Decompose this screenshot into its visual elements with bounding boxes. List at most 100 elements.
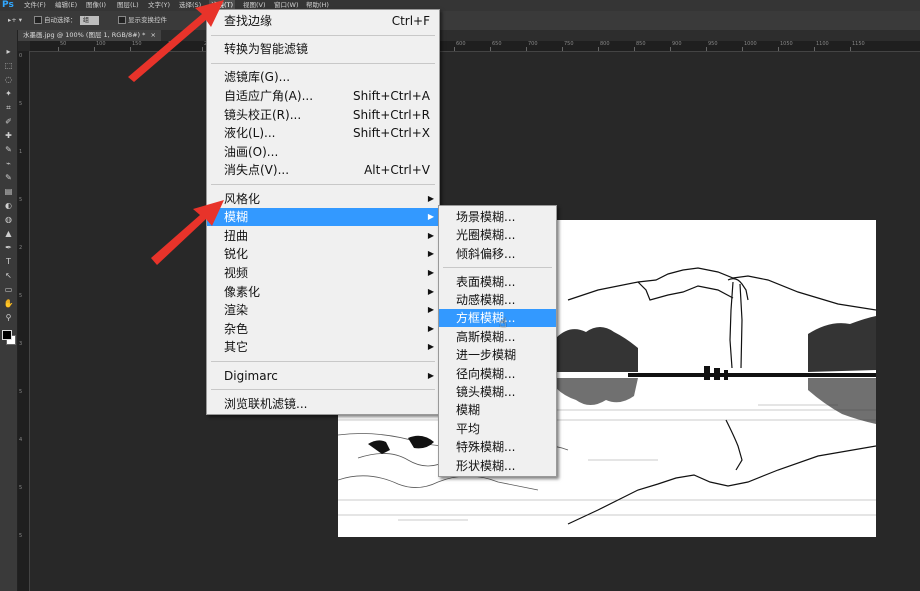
filter-menu-item[interactable]: 渲染 ▶: [207, 301, 439, 319]
lasso-tool-icon[interactable]: ◌: [3, 74, 14, 85]
path-select-tool-icon[interactable]: ↖: [3, 270, 14, 281]
blur-menu-item[interactable]: 镜头模糊...: [439, 383, 556, 401]
menu-item-label: 转换为智能滤镜: [224, 42, 309, 57]
menu-item-label: 消失点(V)...: [224, 163, 290, 178]
blur-menu-item[interactable]: 倾斜偏移...: [439, 245, 556, 263]
ruler-tick: [598, 47, 599, 51]
menu-item-label: 视频: [224, 266, 249, 280]
menu-item-label: 杂色: [224, 321, 249, 336]
crop-tool-icon[interactable]: ⌗: [3, 102, 14, 113]
blur-menu-item[interactable]: 特殊模糊...: [439, 438, 556, 456]
blur-menu-item[interactable]: 方框模糊...: [439, 309, 556, 328]
filter-menu-item[interactable]: 锐化 ▶: [207, 245, 439, 263]
ruler-tick: [526, 47, 527, 51]
close-icon[interactable]: ×: [151, 31, 156, 39]
menu-item-label: 浏览联机滤镜...: [224, 396, 308, 411]
filter-menu-item[interactable]: 镜头校正(R)... Shift+Ctrl+R: [207, 106, 439, 124]
eyedropper-tool-icon[interactable]: ✐: [3, 116, 14, 127]
menubar-item[interactable]: 文件(F): [22, 0, 48, 11]
blur-menu-item[interactable]: 进一步模糊: [439, 346, 556, 364]
auto-select-dropdown[interactable]: 组: [80, 16, 100, 25]
ruler-tick: [454, 47, 455, 51]
blur-menu-item[interactable]: 场景模糊...: [439, 208, 556, 226]
filter-menu-item[interactable]: 杂色 ▶: [207, 320, 439, 338]
menu-item-label: 进一步模糊: [456, 348, 517, 363]
blur-menu-item[interactable]: 高斯模糊...: [439, 328, 556, 346]
blur-menu-item[interactable]: 平均: [439, 420, 556, 438]
stamp-tool-icon[interactable]: ⌁: [3, 158, 14, 169]
menubar-item[interactable]: 选择(S): [177, 0, 203, 11]
blur-submenu: 场景模糊... 光圈模糊... 倾斜偏移... 表面模糊... 动感模糊... 方框模糊.…: [438, 205, 557, 477]
hand-tool-icon[interactable]: ✋: [3, 298, 14, 309]
blur-tool-icon[interactable]: ◍: [3, 214, 14, 225]
eraser-tool-icon[interactable]: ▤: [3, 186, 14, 197]
ruler-tick: [490, 47, 491, 51]
healing-tool-icon[interactable]: ✚: [3, 130, 14, 141]
filter-menu-item[interactable]: 消失点(V)... Alt+Ctrl+V: [207, 161, 439, 179]
quick-select-tool-icon[interactable]: ✦: [3, 88, 14, 99]
filter-menu-item[interactable]: Digimarc ▶: [207, 367, 439, 385]
move-tool-icon[interactable]: ▸: [3, 46, 14, 57]
filter-menu-item[interactable]: 转换为智能滤镜: [207, 40, 439, 58]
filter-menu-item[interactable]: 浏览联机滤镜...: [207, 395, 439, 413]
filter-menu-item[interactable]: 自适应广角(A)... Shift+Ctrl+A: [207, 87, 439, 105]
menu-item-label: 光圈模糊...: [456, 228, 516, 243]
blur-menu-item[interactable]: 光圈模糊...: [439, 226, 556, 244]
auto-select-checkbox[interactable]: 自动选择：: [34, 15, 77, 26]
foreground-background-color-swatch[interactable]: [2, 330, 16, 345]
menu-separator: [211, 389, 435, 391]
ruler-tick: [202, 47, 203, 51]
brush-tool-icon[interactable]: ✎: [3, 144, 14, 155]
filter-menu-item[interactable]: 油画(O)...: [207, 143, 439, 161]
filter-menu-item[interactable]: 液化(L)... Shift+Ctrl+X: [207, 124, 439, 142]
blur-menu-item[interactable]: 表面模糊...: [439, 273, 556, 291]
filter-menu-item[interactable]: 模糊 ▶: [207, 208, 439, 227]
menu-item-shortcut: Shift+Ctrl+X: [353, 126, 430, 141]
menubar-item[interactable]: 编辑(E): [53, 0, 79, 11]
ruler-tick-label: 5: [19, 389, 23, 395]
ruler-tick-label: 1050: [780, 41, 793, 47]
ruler-tick: [166, 47, 167, 51]
filter-menu-item[interactable]: 查找边缘 Ctrl+F: [207, 12, 439, 30]
ruler-tick-label: 0: [19, 53, 23, 59]
menu-item-label: Digimarc: [224, 368, 278, 383]
history-brush-tool-icon[interactable]: ✎: [3, 172, 14, 183]
blur-menu-item[interactable]: 径向模糊...: [439, 365, 556, 383]
show-transform-checkbox[interactable]: 显示变换控件: [118, 15, 167, 26]
submenu-arrow-icon: ▶: [427, 212, 434, 222]
menubar-item[interactable]: 文字(Y): [146, 0, 172, 11]
ruler-tick-label: 5: [19, 533, 23, 539]
filter-menu-item[interactable]: 像素化 ▶: [207, 283, 439, 301]
filter-menu-item[interactable]: 滤镜库(G)...: [207, 68, 439, 86]
ruler-tick-label: 750: [564, 41, 574, 47]
filter-menu: 查找边缘 Ctrl+F 转换为智能滤镜滤镜库(G)... 自适应广角(A)... Shi…: [206, 9, 440, 415]
menubar-item[interactable]: 图层(L): [115, 0, 141, 11]
ruler-tick: [850, 47, 851, 51]
menu-item-label: 其它: [224, 340, 249, 355]
menu-item-label: 油画(O)...: [224, 144, 279, 159]
zoom-tool-icon[interactable]: ⚲: [3, 312, 14, 323]
gradient-tool-icon[interactable]: ◐: [3, 200, 14, 211]
document-tab[interactable]: 水墨画.jpg @ 100% (图层 1, RGB/8#) * ×: [18, 30, 161, 41]
ruler-tick-label: 5: [19, 293, 23, 299]
pen-tool-icon[interactable]: ✒: [3, 242, 14, 253]
ruler-tick: [706, 47, 707, 51]
blur-menu-item[interactable]: 动感模糊...: [439, 291, 556, 309]
ruler-tick: [814, 47, 815, 51]
move-tool-icon[interactable]: ▸+ ▾: [8, 15, 22, 26]
marquee-tool-icon[interactable]: ⬚: [3, 60, 14, 71]
dodge-tool-icon[interactable]: ▲: [3, 228, 14, 239]
filter-menu-item[interactable]: 其它 ▶: [207, 338, 439, 356]
ruler-tick: [634, 47, 635, 51]
filter-menu-item[interactable]: 扭曲 ▶: [207, 227, 439, 245]
document-tab-bar: 水墨画.jpg @ 100% (图层 1, RGB/8#) * ×: [18, 30, 920, 41]
menubar-item[interactable]: 图像(I): [84, 0, 108, 11]
filter-menu-item[interactable]: 视频 ▶: [207, 264, 439, 282]
shape-tool-icon[interactable]: ▭: [3, 284, 14, 295]
blur-menu-item[interactable]: 模糊: [439, 401, 556, 419]
blur-menu-item[interactable]: 形状模糊...: [439, 457, 556, 475]
menu-item-label: 液化(L)...: [224, 126, 276, 141]
menu-item-label: 镜头模糊...: [456, 385, 516, 399]
filter-menu-item[interactable]: 风格化 ▶: [207, 190, 439, 208]
type-tool-icon[interactable]: T: [3, 256, 14, 267]
